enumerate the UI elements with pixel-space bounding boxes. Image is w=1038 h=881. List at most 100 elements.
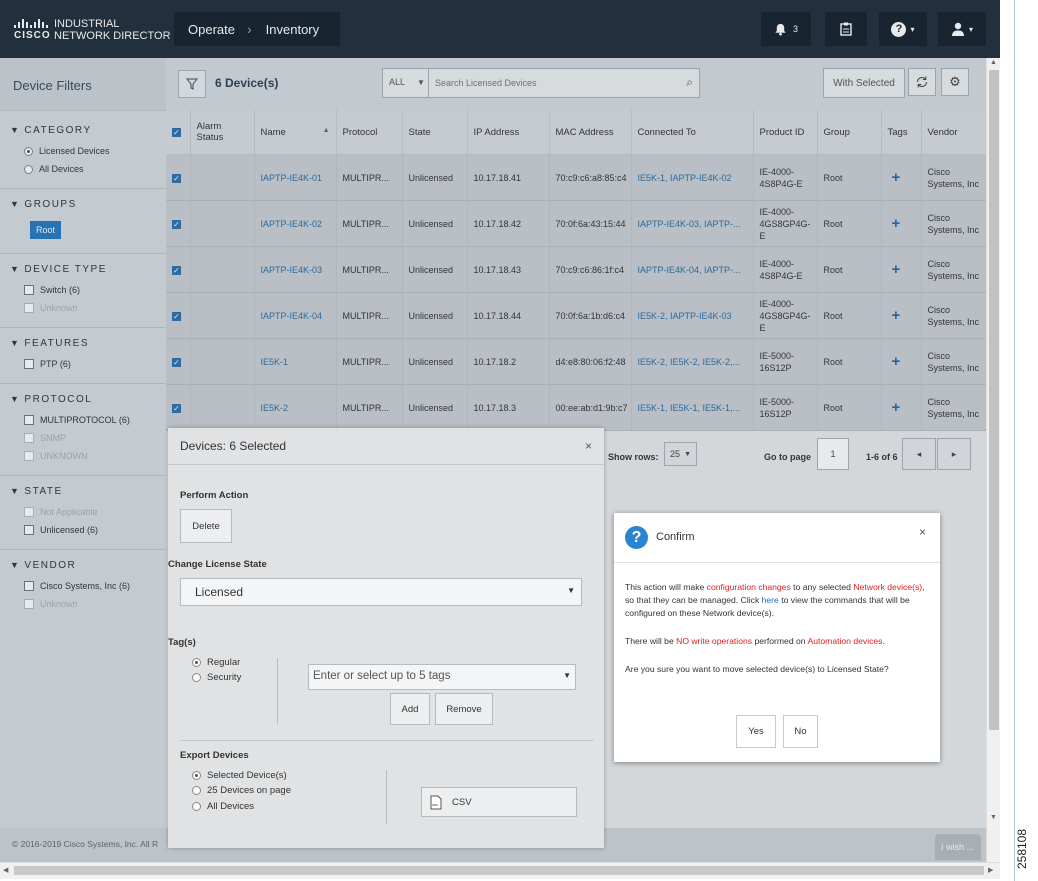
col-vendor[interactable]: Vendor: [921, 110, 987, 155]
alarms-button[interactable]: 3: [761, 12, 811, 46]
rows-per-page-select[interactable]: 25 ▼: [664, 442, 697, 466]
checkbox[interactable]: [24, 303, 34, 313]
page-input[interactable]: 1: [817, 438, 849, 470]
yes-button[interactable]: Yes: [736, 715, 776, 748]
radio-regular[interactable]: [192, 658, 201, 667]
horizontal-scroll-thumb[interactable]: [14, 866, 984, 875]
filter-snmp[interactable]: SNMP: [24, 433, 166, 443]
cell-name[interactable]: IAPTP-IE4K-04: [254, 292, 337, 339]
filter-all-devices[interactable]: All Devices: [24, 164, 166, 174]
help-menu-button[interactable]: ? ▾: [879, 12, 927, 46]
col-state[interactable]: State: [402, 110, 468, 155]
filter-vendor-header[interactable]: ▼ VENDOR: [10, 560, 166, 571]
checkbox[interactable]: [24, 285, 34, 295]
tags-select[interactable]: Enter or select up to 5 tags ▼: [308, 664, 576, 690]
filter-category-header[interactable]: ▼ CATEGORY: [10, 125, 166, 136]
vertical-scrollbar[interactable]: ▲ ▼: [986, 58, 1000, 866]
row-checkbox[interactable]: ✓: [172, 403, 181, 413]
scroll-down-icon[interactable]: ▼: [990, 814, 997, 821]
add-tag-plus-icon[interactable]: +: [881, 384, 922, 431]
search-icon[interactable]: ⌕: [686, 75, 693, 90]
row-checkbox[interactable]: ✓: [172, 357, 181, 367]
cell-select[interactable]: ✓: [166, 338, 191, 385]
table-row[interactable]: ✓ IAPTP-IE4K-03 MULTIPR... Unlicensed 10.17.…: [166, 246, 987, 293]
cell-connected[interactable]: IE5K-2, IE5K-2, IE5K-2,...: [631, 338, 754, 385]
cell-name[interactable]: IAPTP-IE4K-01: [254, 154, 337, 201]
radio-export-page[interactable]: [192, 786, 201, 795]
tag-security-option[interactable]: Security: [192, 672, 241, 683]
filter-device-type-header[interactable]: ▼ DEVICE TYPE: [10, 264, 166, 275]
i-wish-button[interactable]: I wish ...: [935, 834, 981, 860]
table-row[interactable]: ✓ IAPTP-IE4K-01 MULTIPR... Unlicensed 10.17.…: [166, 154, 987, 201]
table-row[interactable]: ✓ IE5K-2 MULTIPR... Unlicensed 10.17.18.3 00:…: [166, 384, 987, 431]
col-group[interactable]: Group: [817, 110, 882, 155]
refresh-button[interactable]: [908, 68, 936, 96]
checkbox[interactable]: [24, 415, 34, 425]
radio-licensed[interactable]: [24, 146, 33, 156]
checkbox[interactable]: [24, 507, 34, 517]
filter-cisco[interactable]: Cisco Systems, Inc (6): [24, 581, 166, 591]
select-all-cell[interactable]: ✓: [166, 110, 191, 155]
checkbox[interactable]: [24, 433, 34, 443]
scroll-up-icon[interactable]: ▲: [990, 59, 997, 66]
export-page-option[interactable]: 25 Devices on page: [192, 785, 291, 796]
add-tag-plus-icon[interactable]: +: [881, 246, 922, 293]
filter-unknown-vendor[interactable]: Unknown: [24, 599, 166, 609]
row-checkbox[interactable]: ✓: [172, 311, 181, 321]
group-root-button[interactable]: Root: [30, 221, 62, 239]
vertical-scroll-thumb[interactable]: [989, 70, 999, 730]
cell-select[interactable]: ✓: [166, 154, 191, 201]
export-selected-option[interactable]: Selected Device(s): [192, 770, 287, 781]
settings-button[interactable]: ⚙: [941, 68, 969, 96]
add-tag-plus-icon[interactable]: +: [881, 154, 922, 201]
checkbox[interactable]: [24, 599, 34, 609]
next-page-button[interactable]: ▸: [937, 438, 971, 470]
add-tag-plus-icon[interactable]: +: [881, 292, 922, 339]
select-all-checkbox[interactable]: ✓: [172, 127, 181, 137]
col-connected[interactable]: Connected To: [631, 110, 754, 155]
row-checkbox[interactable]: ✓: [172, 219, 181, 229]
caret-down-icon[interactable]: ▼: [417, 78, 425, 87]
col-alarm-status[interactable]: Alarm Status: [190, 110, 255, 155]
cell-connected[interactable]: IAPTP-IE4K-03, IAPTP-...: [631, 200, 754, 247]
cell-name[interactable]: IE5K-2: [254, 384, 337, 431]
close-icon[interactable]: ×: [585, 439, 592, 453]
radio-export-all[interactable]: [192, 802, 201, 811]
add-tag-plus-icon[interactable]: +: [881, 200, 922, 247]
col-protocol[interactable]: Protocol: [336, 110, 403, 155]
table-row[interactable]: ✓ IAPTP-IE4K-04 MULTIPR... Unlicensed 10.17.…: [166, 292, 987, 339]
table-row[interactable]: ✓ IE5K-1 MULTIPR... Unlicensed 10.17.18.2 d4:…: [166, 338, 987, 385]
filter-unknown-protocol[interactable]: UNKNOWN: [24, 451, 166, 461]
col-product[interactable]: Product ID: [753, 110, 818, 155]
filter-state-header[interactable]: ▼ STATE: [10, 486, 166, 497]
filter-features-header[interactable]: ▼ FEATURES: [10, 338, 166, 349]
search-scope-select[interactable]: ALL: [389, 77, 405, 87]
close-icon[interactable]: ×: [919, 525, 926, 539]
filter-groups-header[interactable]: ▼ GROUPS: [10, 199, 166, 210]
view-commands-link[interactable]: here: [762, 595, 779, 605]
filter-ptp[interactable]: PTP (6): [24, 359, 166, 369]
scroll-left-icon[interactable]: ◀: [3, 866, 8, 874]
filter-switch[interactable]: Switch (6): [24, 285, 166, 295]
filter-licensed-devices[interactable]: Licensed Devices: [24, 146, 166, 156]
clipboard-button[interactable]: [825, 12, 867, 46]
breadcrumb-operate[interactable]: Operate: [188, 22, 235, 37]
col-tags[interactable]: Tags: [881, 110, 922, 155]
cell-select[interactable]: ✓: [166, 246, 191, 293]
filter-toggle-button[interactable]: [178, 70, 206, 98]
filter-unlicensed[interactable]: Unlicensed (6): [24, 525, 166, 535]
row-checkbox[interactable]: ✓: [172, 265, 181, 275]
prev-page-button[interactable]: ◂: [902, 438, 936, 470]
col-mac[interactable]: MAC Address: [549, 110, 632, 155]
col-ip[interactable]: IP Address: [467, 110, 550, 155]
search-input[interactable]: [433, 73, 677, 93]
cell-name[interactable]: IAPTP-IE4K-02: [254, 200, 337, 247]
scroll-right-icon[interactable]: ▶: [988, 866, 993, 874]
cell-select[interactable]: ✓: [166, 200, 191, 247]
row-checkbox[interactable]: ✓: [172, 173, 181, 183]
checkbox[interactable]: [24, 525, 34, 535]
checkbox[interactable]: [24, 359, 34, 369]
radio-export-selected[interactable]: [192, 771, 201, 780]
tag-regular-option[interactable]: Regular: [192, 657, 240, 668]
cell-select[interactable]: ✓: [166, 384, 191, 431]
